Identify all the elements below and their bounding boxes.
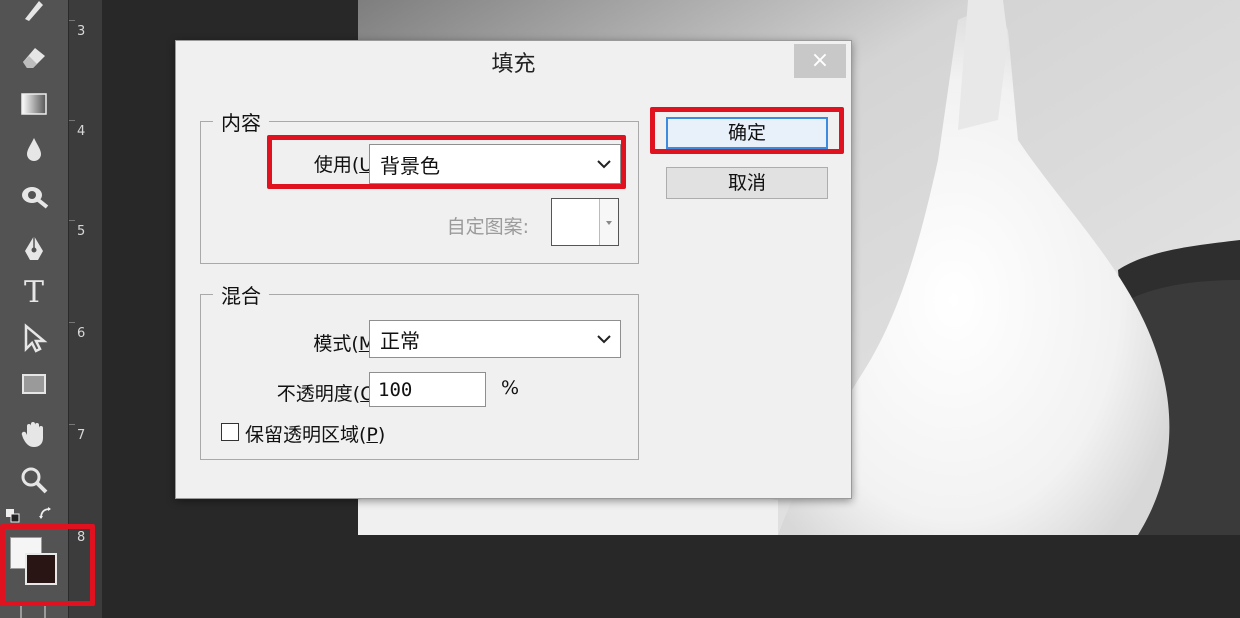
pen-icon[interactable]	[14, 228, 54, 268]
eraser-icon[interactable]	[14, 37, 54, 77]
type-icon[interactable]: T	[14, 272, 54, 312]
chevron-down-icon	[606, 221, 612, 225]
gradient-icon[interactable]	[14, 84, 54, 124]
ruler-tick: 7	[77, 428, 86, 443]
close-button[interactable]: ×	[794, 44, 846, 78]
zoom-icon[interactable]	[14, 460, 54, 500]
ruler-tick: 6	[77, 326, 86, 341]
blend-legend: 混合	[213, 280, 269, 309]
swap-colors-icon[interactable]	[38, 506, 54, 522]
ruler-tick: 3	[77, 24, 86, 39]
custom-pattern-label: 自定图案:	[446, 216, 529, 238]
mode-select-value: 正常	[380, 328, 420, 353]
pattern-dropdown-arrow[interactable]	[599, 199, 618, 245]
mode-select[interactable]: 正常	[369, 320, 621, 358]
blur-drop-icon[interactable]	[14, 130, 54, 170]
chevron-down-icon	[597, 335, 611, 344]
mode-label: 模式(M):	[313, 333, 389, 355]
opacity-unit: %	[501, 377, 520, 399]
dodge-icon[interactable]	[14, 176, 54, 216]
ruler-tick: 5	[77, 224, 86, 239]
default-colors-icon[interactable]	[6, 508, 20, 523]
opacity-label: 不透明度(O):	[276, 383, 389, 405]
rectangle-shape-icon[interactable]	[14, 364, 54, 404]
highlight-use-select	[267, 135, 626, 189]
type-icon-glyph: T	[23, 274, 44, 310]
opacity-input[interactable]: 100	[369, 372, 486, 407]
preserve-transparency-label: 保留透明区域(P)	[245, 424, 386, 446]
path-selection-icon[interactable]	[14, 318, 54, 358]
highlight-color-swatches	[0, 524, 95, 606]
cancel-button[interactable]: 取消	[666, 167, 828, 199]
preserve-transparency-checkbox[interactable]	[221, 423, 239, 441]
hand-icon[interactable]	[14, 414, 54, 454]
content-legend: 内容	[213, 107, 269, 136]
custom-pattern-picker[interactable]	[551, 198, 619, 246]
blend-group: 混合 模式(M): 正常 不透明度(O): 100 % 保留透明区域(P)	[200, 280, 639, 460]
ruler-tick: 4	[77, 124, 86, 139]
close-icon: ×	[810, 48, 830, 73]
pencil-brush-icon[interactable]	[14, 0, 54, 30]
highlight-ok-button	[650, 107, 844, 154]
dialog-title: 填充	[491, 52, 536, 77]
